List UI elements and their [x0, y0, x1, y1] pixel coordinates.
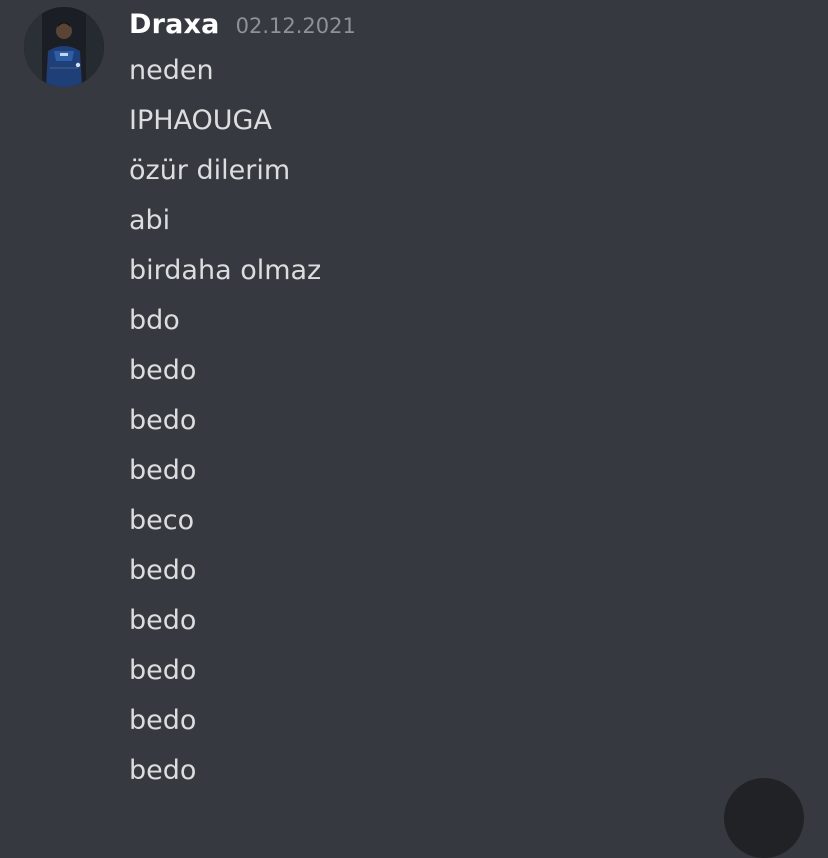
message-text: bedo [129, 405, 197, 436]
user-avatar[interactable] [24, 7, 104, 87]
jump-to-present-button[interactable] [724, 778, 804, 858]
message-text: bedo [129, 705, 197, 736]
message-text: bedo [129, 455, 197, 486]
message-list: neden IPHAOUGA özür dilerim abi birdaha … [129, 50, 321, 800]
message-text: bedo [129, 605, 197, 636]
message-text: bedo [129, 655, 197, 686]
message-header: Draxa 02.12.2021 [129, 9, 356, 47]
message-text: bdo [129, 305, 180, 336]
message-text: bedo [129, 555, 197, 586]
message-text: neden [129, 55, 214, 86]
message-text: birdaha olmaz [129, 255, 322, 286]
message-text: beco [129, 505, 195, 536]
avatar-photo-icon [24, 7, 104, 87]
message-text: özür dilerim [129, 155, 291, 186]
username[interactable]: Draxa [129, 9, 220, 40]
message-text: bedo [129, 755, 197, 786]
message-text: bedo [129, 355, 197, 386]
message-group: Draxa 02.12.2021 neden IPHAOUGA özür dil… [0, 0, 828, 858]
message-text: IPHAOUGA [129, 105, 272, 136]
message-text: abi [129, 205, 171, 236]
message-timestamp: 02.12.2021 [235, 14, 356, 38]
